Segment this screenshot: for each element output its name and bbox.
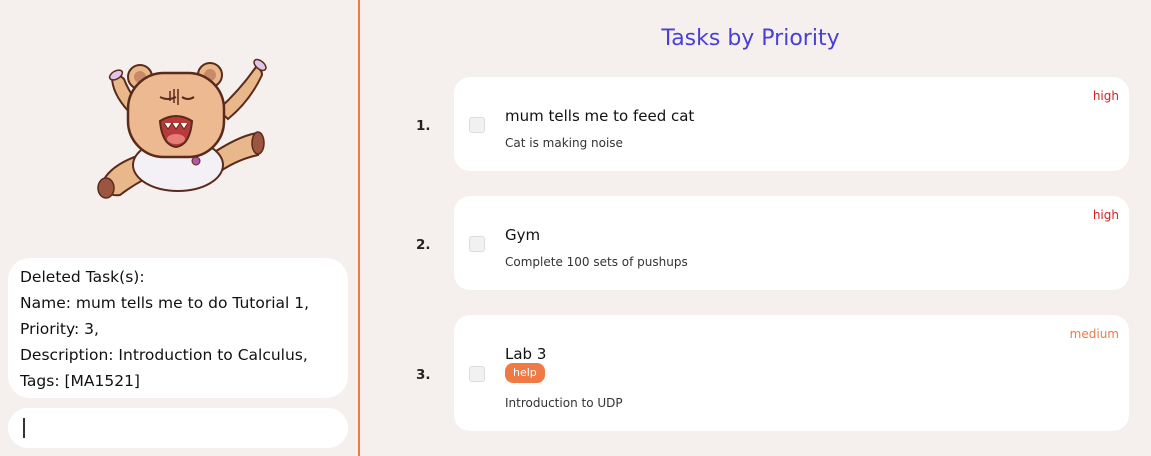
task-checkbox[interactable] <box>469 236 485 252</box>
priority-label: high <box>1092 208 1119 222</box>
task-index: 2. <box>416 237 431 253</box>
task-description: Complete 100 sets of pushups <box>505 255 688 269</box>
result-line: Description: Introduction to Calculus, <box>20 346 308 364</box>
task-index: 3. <box>416 367 431 383</box>
task-list-panel: Tasks by Priority 1. mum tells me to fee… <box>360 0 1151 456</box>
task-checkbox[interactable] <box>469 366 485 382</box>
result-line: Deleted Task(s): <box>20 268 145 286</box>
task-description: Introduction to UDP <box>505 396 623 410</box>
task-name: Lab 3 <box>505 345 547 363</box>
task-index: 1. <box>416 118 431 134</box>
task-checkbox[interactable] <box>469 117 485 133</box>
text-caret <box>23 418 25 438</box>
task-card[interactable]: mum tells me to feed cat Cat is making n… <box>454 77 1129 171</box>
task-card[interactable]: Lab 3 help Introduction to UDP medium <box>454 315 1129 431</box>
result-line: Name: mum tells me to do Tutorial 1, <box>20 294 310 312</box>
command-input[interactable] <box>8 408 348 448</box>
task-list-item[interactable]: 3. Lab 3 help Introduction to UDP medium <box>360 315 1151 431</box>
task-list-item[interactable]: 2. Gym Complete 100 sets of pushups high <box>360 196 1151 290</box>
task-name: Gym <box>505 226 541 244</box>
priority-label: medium <box>1069 327 1119 341</box>
result-line: Priority: 3, <box>20 320 99 338</box>
task-description: Cat is making noise <box>505 136 623 150</box>
priority-label: high <box>1092 89 1119 103</box>
task-card[interactable]: Gym Complete 100 sets of pushups high <box>454 196 1129 290</box>
left-panel: Deleted Task(s): Name: mum tells me to d… <box>0 0 358 456</box>
task-list-item[interactable]: 1. mum tells me to feed cat Cat is makin… <box>360 77 1151 171</box>
result-line: Tags: [MA1521] <box>20 372 140 390</box>
result-display: Deleted Task(s): Name: mum tells me to d… <box>8 258 348 398</box>
panel-title: Tasks by Priority <box>661 26 840 51</box>
task-name: mum tells me to feed cat <box>505 107 695 125</box>
task-tag: help <box>505 363 545 383</box>
bear-mascot-icon <box>97 58 267 199</box>
